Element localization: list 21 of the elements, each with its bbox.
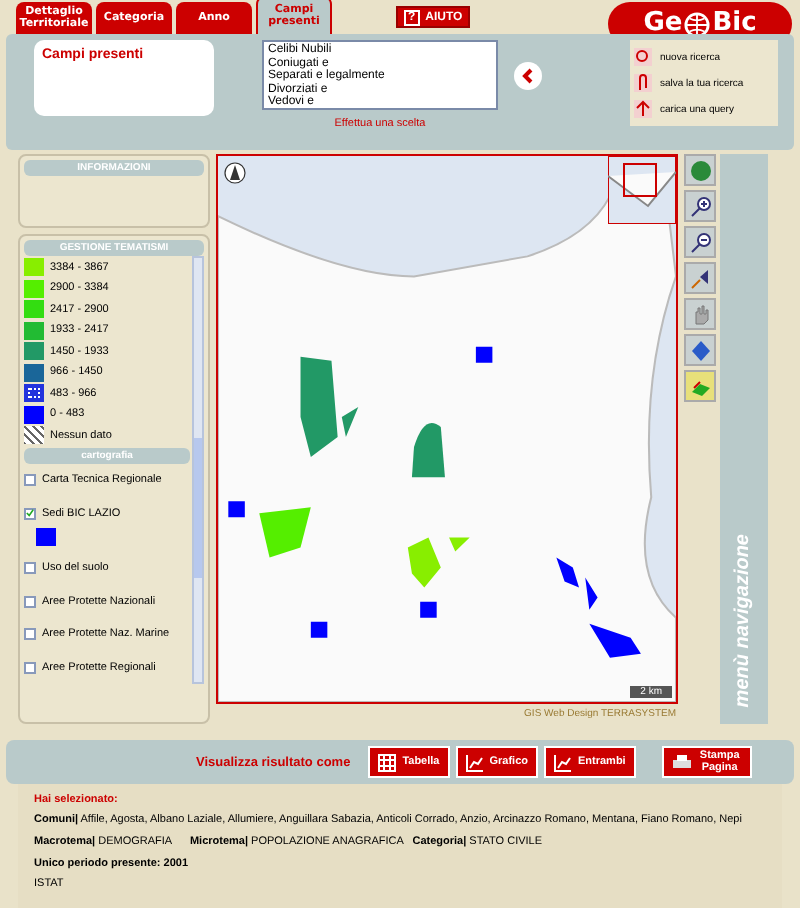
- paperclip-icon: [634, 74, 652, 92]
- zoom-in-icon[interactable]: [684, 190, 716, 222]
- north-arrow-icon: [224, 162, 246, 184]
- up-arrow-icon: [634, 100, 652, 118]
- line-chart-icon: [465, 753, 484, 771]
- checkbox[interactable]: [24, 562, 36, 575]
- checkbox[interactable]: [24, 474, 36, 487]
- checkbox[interactable]: [24, 628, 36, 641]
- checkbox[interactable]: [24, 661, 36, 674]
- left-chevron-button[interactable]: [514, 62, 542, 90]
- layers-icon[interactable]: [684, 370, 716, 402]
- checkbox[interactable]: [24, 595, 36, 608]
- vertical-menu-title: menù navigazione: [732, 534, 756, 708]
- printer-icon: [671, 753, 692, 771]
- globe-icon: [684, 11, 711, 37]
- scrollbar[interactable]: [192, 256, 204, 683]
- checkbox[interactable]: [24, 507, 36, 520]
- zoom-out-icon[interactable]: [684, 226, 716, 258]
- line-chart-icon: [554, 753, 572, 771]
- chevron-left-icon: [520, 68, 536, 84]
- table-icon: [378, 753, 397, 771]
